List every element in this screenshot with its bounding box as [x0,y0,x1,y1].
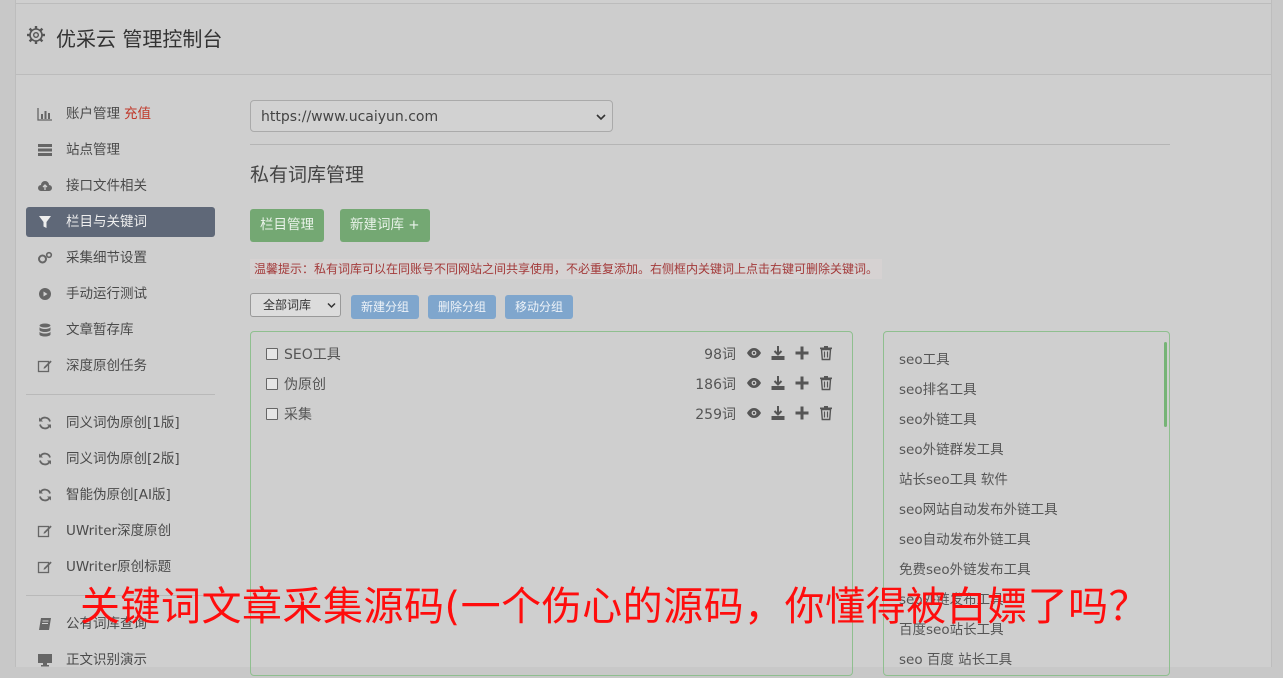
bar-chart-icon [37,108,52,121]
sidebar-item-label: UWriter原创标题 [66,559,172,575]
app-title: 优采云 管理控制台 [56,27,223,51]
server-icon [38,144,52,156]
sidebar-item-label: 同义词伪原创[1版] [66,415,180,431]
sidebar-item-account[interactable]: 账户管理 充值 [26,96,215,132]
chevron-down-icon [327,302,336,309]
plus-icon[interactable] [794,405,810,421]
sidebar-item-article-storage[interactable]: 文章暂存库 [26,312,215,348]
group-select-value: 全部词库 [263,298,312,312]
library-actions [746,375,836,393]
delete-group-button[interactable]: 删除分组 [428,295,497,319]
keyword-item[interactable]: seo工具 [899,348,950,368]
eye-icon[interactable] [746,375,762,391]
overlay-title: 关键词文章采集源码(一个伤心的源码，你懂得被白嫖了吗？ [80,584,1150,630]
sidebar-item-label: 深度原创任务 [66,358,147,374]
top-bar: 优采云 管理控制台 [16,3,1271,75]
sidebar-item-interface-files[interactable]: 接口文件相关 [26,168,215,204]
library-group-select[interactable]: 全部词库 [250,293,341,317]
keyword-item[interactable]: seo网站自动发布外链工具 [899,498,1058,518]
library-name[interactable]: SEO工具 [284,344,341,364]
download-icon[interactable] [770,375,786,391]
library-checkbox[interactable] [266,378,278,390]
sidebar-item-synonym-v1[interactable]: 同义词伪原创[1版] [26,405,215,441]
sidebar-item-uwriter-deep[interactable]: UWriter深度原创 [26,513,215,549]
site-select-value: https://www.ucaiyun.com [261,109,439,125]
sidebar-item-label: 同义词伪原创[2版] [66,451,180,467]
database-icon [39,323,51,337]
eye-icon[interactable] [746,405,762,421]
edit-icon [37,525,52,538]
plus-icon[interactable] [794,345,810,361]
refresh-icon [39,452,51,466]
site-select[interactable]: https://www.ucaiyun.com [250,100,613,132]
eye-icon[interactable] [746,345,762,361]
sidebar-item-label: 智能伪原创[AI版] [66,487,171,503]
chevron-down-icon [596,114,606,121]
sidebar-item-collect-settings[interactable]: 采集细节设置 [26,240,215,276]
sidebar-item-label: 账户管理 [66,106,120,122]
library-word-count: 98词 [704,347,736,363]
edit-icon [37,561,52,574]
gears-icon [38,251,53,264]
library-row: 采集 259词 [266,404,836,424]
play-circle-icon [39,288,51,300]
sidebar-divider [26,394,215,395]
sidebar-item-label: 栏目与关键词 [66,214,147,230]
edit-icon [37,360,52,373]
trash-icon[interactable] [818,345,834,361]
cloud-upload-icon [38,181,52,191]
column-manage-button[interactable]: 栏目管理 [250,209,324,242]
keyword-item[interactable]: seo排名工具 [899,378,977,398]
recharge-link[interactable]: 充值 [124,106,151,122]
sidebar-item-manual-test[interactable]: 手动运行测试 [26,276,215,312]
new-group-button[interactable]: 新建分组 [351,295,420,319]
trash-icon[interactable] [818,375,834,391]
divider [250,144,1170,145]
sidebar-item-smart-ai[interactable]: 智能伪原创[AI版] [26,477,215,513]
filter-icon [39,216,51,228]
sidebar-item-label: 正文识别演示 [66,652,147,668]
library-actions [746,405,836,423]
sidebar-item-label: 采集细节设置 [66,250,147,266]
monitor-icon [38,654,52,667]
sidebar-item-synonym-v2[interactable]: 同义词伪原创[2版] [26,441,215,477]
sidebar-item-label: 文章暂存库 [66,322,134,338]
library-row: SEO工具 98词 [266,344,836,364]
download-icon[interactable] [770,405,786,421]
library-row: 伪原创 186词 [266,374,836,394]
move-group-button[interactable]: 移动分组 [505,295,574,319]
gear-icon [27,26,45,44]
tip-message: 温馨提示：私有词库可以在同账号不同网站之间共享使用，不必重复添加。右侧框内关键词… [250,259,883,279]
sidebar-item-deep-original[interactable]: 深度原创任务 [26,348,215,384]
library-name[interactable]: 伪原创 [284,374,326,394]
page-title: 私有词库管理 [250,164,365,186]
library-word-count: 186词 [695,377,736,393]
library-checkbox[interactable] [266,348,278,360]
sidebar-item-sites[interactable]: 站点管理 [26,132,215,168]
library-checkbox[interactable] [266,408,278,420]
download-icon[interactable] [770,345,786,361]
keyword-item[interactable]: 站长seo工具 软件 [899,468,1008,488]
plus-icon[interactable] [794,375,810,391]
sidebar-item-label: UWriter深度原创 [66,523,172,539]
library-word-count: 259词 [695,407,736,423]
trash-icon[interactable] [818,405,834,421]
keyword-item[interactable]: seo 百度 站长工具 [899,648,1012,668]
book-icon [39,618,51,630]
keyword-item[interactable]: seo自动发布外链工具 [899,528,1031,548]
new-library-button[interactable]: 新建词库 + [340,209,430,242]
keyword-item[interactable]: seo外链群发工具 [899,438,1004,458]
keyword-scrollbar[interactable] [1164,342,1167,427]
sidebar-item-label: 站点管理 [66,142,120,158]
sidebar-item-columns-keywords[interactable]: 栏目与关键词 [26,207,215,237]
sidebar-item-label: 手动运行测试 [66,286,147,302]
library-actions [746,345,836,363]
keyword-item[interactable]: seo外链工具 [899,408,977,428]
refresh-icon [39,488,51,502]
refresh-icon [39,416,51,430]
sidebar-item-label: 接口文件相关 [66,178,147,194]
sidebar-item-text-recognition[interactable]: 正文识别演示 [26,642,215,678]
library-name[interactable]: 采集 [284,404,312,424]
